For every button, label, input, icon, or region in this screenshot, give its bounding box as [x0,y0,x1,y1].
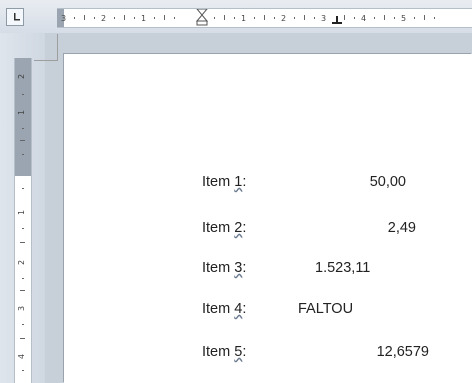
ruler-tick [254,17,255,19]
ruler-tick [114,17,115,19]
item-value: 1.523,11 [315,260,371,276]
ruler-label: 3 [61,14,67,23]
indent-marker-icon[interactable] [196,9,208,26]
ruler-tick [384,15,385,20]
ruler-tick [94,17,95,19]
ruler-tick [234,17,235,19]
ruler-tick [22,128,24,129]
ruler-tick [22,370,24,371]
ruler-tick [20,338,25,339]
ruler-tick [214,17,215,19]
item-label: Item 2: [202,220,247,236]
ruler-tick [174,17,175,19]
ruler-tick [22,154,24,155]
ruler-tick [314,17,315,19]
ruler-label: 2 [17,259,27,266]
ruler-label: 2 [281,14,287,23]
ruler-tick [354,17,355,19]
crop-mark [34,60,58,61]
ruler-tick [294,17,295,19]
ruler-tick [84,15,85,20]
horizontal-ruler[interactable]: 3 2 1 1 2 3 4 5 [57,8,472,28]
vertical-ruler[interactable]: 2 1 1 2 3 4 [14,58,32,383]
document-page[interactable]: Item 1: 50,00 Item 2: 2,49 Item 3: 1.523… [64,54,472,383]
ruler-tick [22,278,24,279]
ruler-tick [224,15,225,20]
left-tab-icon [14,13,20,21]
ruler-label: 1 [141,14,147,23]
ruler-tick [134,17,135,19]
item-label: Item 4: [202,301,247,317]
ruler-label: 5 [401,14,407,23]
ruler-tick [20,290,25,291]
ruler-tick [22,228,24,229]
ruler-label: 1 [17,109,27,116]
ruler-tick [274,17,275,19]
ruler-tick [164,15,165,20]
ruler-tick [22,188,24,189]
ruler-tick [74,17,75,19]
tab-stop-icon[interactable] [331,16,343,26]
item-label: Item 1: [202,174,247,190]
ruler-label: 4 [361,14,367,23]
ruler-label: 3 [17,305,27,312]
ruler-tick [20,242,25,243]
ruler-tick [434,17,435,19]
ruler-label: 3 [321,14,327,23]
ruler-tick [304,15,305,20]
ruler-tick [374,17,375,19]
ruler-tick [124,15,125,20]
tab-selector-button[interactable] [6,8,24,26]
ruler-tick [22,324,24,325]
horizontal-ruler-band: 3 2 1 1 2 3 4 5 [0,0,472,34]
ruler-tick [154,17,155,19]
ruler-label: 1 [17,209,27,216]
item-value: 12,6579 [376,344,429,360]
ruler-tick [344,15,345,20]
item-value: 2,49 [387,220,416,236]
ruler-tick [264,15,265,20]
ruler-tick [414,17,415,19]
ruler-tick [20,140,25,141]
ruler-label: 2 [101,14,107,23]
ruler-label: 1 [241,14,247,23]
item-value: FALTOU [298,301,354,317]
ruler-tick [22,94,24,95]
ruler-tick [424,15,425,20]
item-label: Item 3: [202,260,247,276]
crop-mark [57,34,58,60]
item-value: 50,00 [369,174,406,190]
item-label: Item 5: [202,344,247,360]
ruler-label: 4 [17,353,27,360]
ruler-tick [394,17,395,19]
ruler-label: 2 [17,73,27,80]
